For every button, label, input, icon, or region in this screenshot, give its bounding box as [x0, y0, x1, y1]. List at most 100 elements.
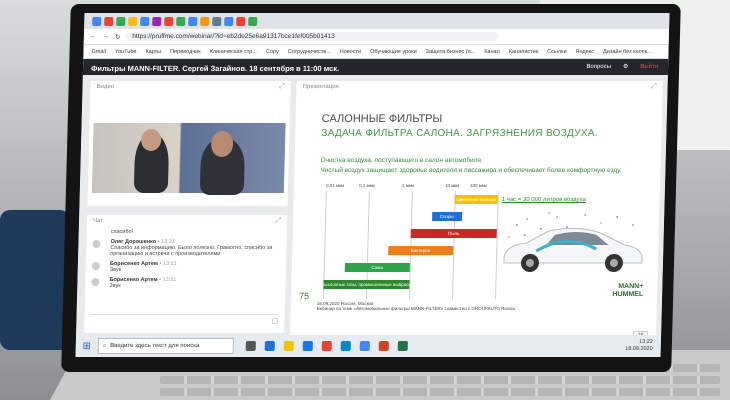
browser-tab-strip: [84, 13, 670, 29]
chart-bar: Цветочная пыльца: [454, 195, 498, 204]
chat-input[interactable]: ▢: [90, 314, 279, 327]
windows-taskbar: ⊞ ⌕ Введите здесь текст для поиска 13:22…: [75, 335, 662, 357]
avatar-icon: [91, 262, 100, 270]
tab-favicon-icon[interactable]: [248, 16, 258, 26]
presentation-panel-label: Презентация: [302, 84, 339, 90]
chart-bar: Бактерии: [387, 246, 454, 255]
bookmark-item[interactable]: Сотрудничеств...: [288, 49, 331, 55]
send-icon[interactable]: ▢: [272, 317, 279, 325]
chart-bar: Выхлопные газы, промышленные выбросы: [321, 280, 412, 289]
windows-start-icon[interactable]: ⊞: [76, 341, 98, 352]
key-row: [160, 376, 720, 384]
car-illustration: [503, 212, 643, 272]
presentation-panel-header: Презентация ⤢: [296, 81, 662, 93]
avatar-icon: [92, 240, 101, 248]
tab-favicon-icon[interactable]: [152, 16, 162, 26]
webinar-content: Видео ⤢ Чат ⤢ спасибо! Олег Дорошенко • …: [76, 75, 668, 351]
tab-favicon-icon[interactable]: [128, 16, 138, 26]
powerpoint-icon[interactable]: [378, 341, 389, 351]
tab-favicon-icon[interactable]: [200, 16, 210, 26]
chart-gridline: [452, 191, 456, 299]
bookmark-item[interactable]: Переводчик: [170, 49, 201, 55]
tab-favicon-icon[interactable]: [188, 16, 198, 26]
tab-favicon-icon[interactable]: [176, 16, 186, 26]
bookmark-item[interactable]: Клиническая стр...: [210, 49, 257, 55]
bookmark-item[interactable]: YouTube: [115, 49, 137, 55]
tab-favicon-icon[interactable]: [116, 16, 126, 26]
bookmark-item[interactable]: Gmail: [91, 49, 106, 55]
back-icon[interactable]: ←: [90, 33, 97, 40]
mail-icon[interactable]: [302, 341, 313, 351]
tab-favicon-icon[interactable]: [224, 16, 234, 26]
chat-message-text: Спасибо за информацию. Было полезно. Гра…: [110, 245, 273, 257]
chat-message-text: Звук: [109, 267, 122, 273]
chat-time: • 13:21: [159, 277, 177, 283]
chart-bar: Споры: [431, 212, 462, 221]
video-panel-label: Видео: [96, 84, 115, 90]
taskbar-apps: [245, 341, 408, 351]
task-view-icon[interactable]: [245, 341, 256, 351]
exit-button[interactable]: Выйти: [640, 64, 658, 70]
edge-icon[interactable]: [264, 341, 275, 351]
bookmark-item[interactable]: Карты: [145, 49, 161, 55]
chart-tick-label: 0,1 мкм: [358, 183, 375, 188]
bookmark-item[interactable]: Copy: [266, 49, 279, 55]
chat-time: • 13:21: [159, 261, 177, 267]
tab-favicon-icon[interactable]: [236, 16, 246, 26]
bookmark-item[interactable]: Канал: [484, 49, 500, 55]
chat-message-text: спасибо!: [110, 229, 134, 235]
telegram-icon[interactable]: [340, 341, 351, 351]
chart-bar: Пыль: [410, 229, 497, 238]
bookmarks-bar: Gmail YouTube Карты Переводчик Клиническ…: [83, 45, 669, 59]
clock-time: 13:22: [639, 339, 653, 345]
tab-favicon-icon[interactable]: [92, 16, 102, 26]
bookmark-item[interactable]: Защита бизнес (п...: [426, 49, 476, 55]
chart-tick-label: 100 мкм: [469, 183, 487, 188]
chat-message-text: Звук: [109, 283, 121, 289]
presentation-panel: Презентация ⤢ САЛОННЫЕ ФИЛЬТРЫ ЗАДАЧА ФИ…: [289, 81, 663, 341]
brand-line: MANN+: [618, 283, 644, 290]
taskbar-search-box[interactable]: ⌕ Введите здесь текст для поиска: [97, 338, 234, 354]
bookmark-item[interactable]: Каналистик: [509, 49, 539, 55]
questions-button[interactable]: Вопросы: [586, 64, 611, 70]
tab-favicon-icon[interactable]: [104, 16, 114, 26]
expand-icon[interactable]: ⤢: [651, 83, 657, 91]
expand-icon[interactable]: ⤢: [279, 83, 285, 91]
chrome-icon[interactable]: [359, 341, 370, 351]
yandex-browser-icon[interactable]: [321, 341, 332, 351]
system-tray[interactable]: 13:22 18.09.2020: [625, 339, 653, 353]
slide-number: 75: [298, 291, 310, 301]
address-bar-row: ← → ↻ https://pruffme.com/webinar/?id=eb…: [83, 29, 670, 45]
excel-icon[interactable]: [397, 341, 408, 351]
bookmark-item[interactable]: Яндекс: [575, 49, 594, 55]
chat-panel-header: Чат ⤢: [87, 215, 287, 227]
car-caption: 1 час = 30 000 литров воздуха: [501, 197, 586, 203]
bookmark-item[interactable]: Дизайн без кнопк...: [603, 49, 652, 55]
search-placeholder: Введите здесь текст для поиска: [110, 343, 200, 349]
brand-line: HUMMEL: [612, 291, 644, 298]
expand-icon[interactable]: ⤢: [275, 217, 281, 225]
bookmark-item[interactable]: Обучающие уроки: [370, 49, 417, 55]
tab-favicon-icon[interactable]: [164, 16, 174, 26]
bookmark-item[interactable]: Новости: [340, 49, 361, 55]
particle-size-chart: 0,01 мкм 0,1 мкм 1 мкм 10 мкм 100 мкм Цветочн…: [321, 183, 499, 299]
bookmark-item[interactable]: Ссылки: [547, 49, 567, 55]
clock-date: 18.09.2020: [625, 346, 653, 352]
tab-favicon-icon[interactable]: [140, 16, 150, 26]
gear-icon[interactable]: ⚙: [623, 63, 629, 70]
forward-icon[interactable]: →: [102, 33, 109, 40]
laptop-screen: ← → ↻ https://pruffme.com/webinar/?id=eb…: [75, 13, 670, 357]
video-panel-header: Видео ⤢: [90, 81, 290, 93]
slide-subtitle-heading: ЗАДАЧА ФИЛЬТРА САЛОНА. ЗАГРЯЗНЕНИЯ ВОЗДУ…: [321, 128, 599, 139]
search-icon: ⌕: [102, 342, 107, 349]
slide-text-line: Очистка воздуха, поступающего в салон ав…: [320, 157, 483, 164]
mann-hummel-logo: MANN+ HUMMEL: [612, 283, 643, 299]
url-field[interactable]: https://pruffme.com/webinar/?id=eb2de25e…: [126, 32, 499, 41]
chart-tick-label: 10 мкм: [444, 183, 460, 188]
tab-favicon-icon[interactable]: [212, 16, 222, 26]
slide-footer: 16.09.2020 Россия, Москва Вебинар по тем…: [317, 301, 515, 311]
file-explorer-icon[interactable]: [283, 341, 294, 351]
reload-icon[interactable]: ↻: [115, 33, 121, 41]
webinar-title: Фильтры MANN-FILTER. Сергей Загайнов. 18…: [90, 63, 340, 73]
key-row: [160, 388, 720, 396]
